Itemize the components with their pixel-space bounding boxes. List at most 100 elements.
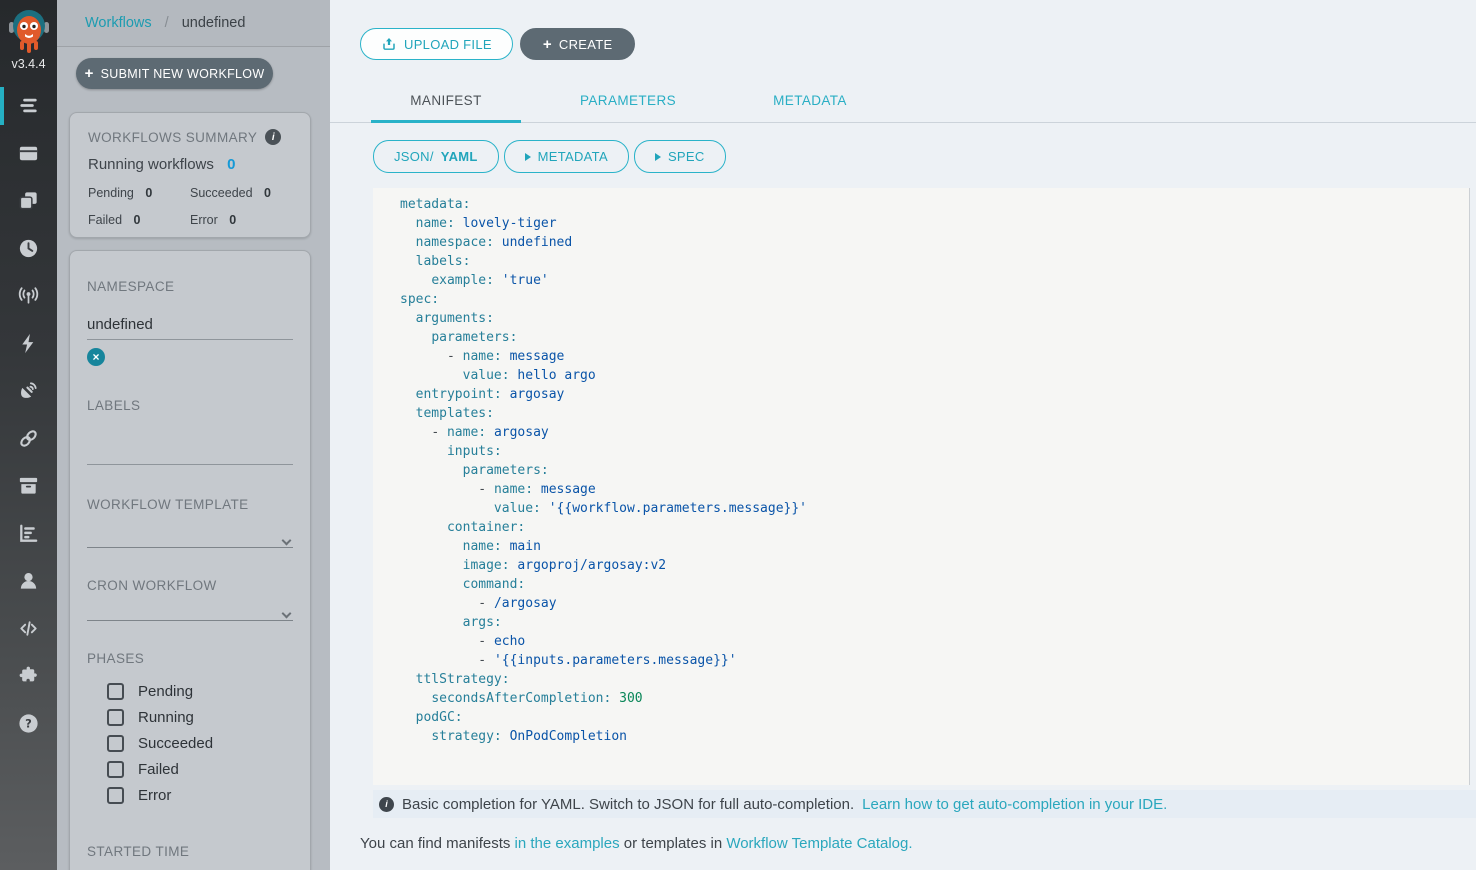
close-icon <box>92 348 99 366</box>
nav-cron-workflows[interactable] <box>0 225 57 273</box>
namespace-heading: NAMESPACE <box>87 279 293 294</box>
code-icon <box>17 617 40 640</box>
nav-plugins[interactable] <box>0 652 57 700</box>
running-workflows-label: Running workflows <box>88 156 214 173</box>
stat-failed: Failed 0 <box>88 211 190 229</box>
examples-link[interactable]: in the examples <box>515 835 620 852</box>
puzzle-icon <box>17 664 40 687</box>
json-yaml-toggle[interactable]: JSON/YAML <box>373 140 499 173</box>
main-content: UPLOAD FILE + CREATE MANIFEST PARAMETERS… <box>330 0 1476 870</box>
submit-new-workflow-label: SUBMIT NEW WORKFLOW <box>101 67 265 81</box>
window-icon <box>17 142 40 165</box>
version-label: v3.4.4 <box>0 57 57 71</box>
user-icon <box>17 569 40 592</box>
clock-icon <box>17 237 40 260</box>
submit-new-workflow-button[interactable]: + SUBMIT NEW WORKFLOW <box>76 58 273 89</box>
archive-icon <box>17 474 40 497</box>
phase-checkbox[interactable] <box>107 761 124 778</box>
nav-api-docs[interactable] <box>0 605 57 653</box>
editor-toolbar: JSON/YAML METADATA SPEC <box>373 140 726 173</box>
nav-user[interactable] <box>0 557 57 605</box>
upload-icon <box>381 36 397 52</box>
cron-workflow-heading: CRON WORKFLOW <box>87 578 293 593</box>
upload-file-button[interactable]: UPLOAD FILE <box>360 28 513 60</box>
stat-pending: Pending 0 <box>88 184 190 202</box>
nav-archived-workflows[interactable] <box>0 462 57 510</box>
phase-row-error: Error <box>87 782 293 808</box>
summary-stats: Pending 0 Succeeded 0 Failed 0 Error 0 <box>88 184 292 229</box>
question-icon: ? <box>17 712 40 735</box>
stat-error: Error 0 <box>190 211 292 229</box>
nav-workflows[interactable] <box>0 82 57 130</box>
spec-collapse-button[interactable]: SPEC <box>634 140 726 173</box>
clone-icon <box>17 189 40 212</box>
nav-sensors[interactable] <box>0 367 57 415</box>
template-catalog-link[interactable]: Workflow Template Catalog. <box>726 835 912 852</box>
phases-heading: PHASES <box>87 651 293 666</box>
ide-autocompletion-link[interactable]: Learn how to get auto-completion in your… <box>862 796 1167 813</box>
tab-metadata[interactable]: METADATA <box>735 84 885 123</box>
tab-manifest[interactable]: MANIFEST <box>371 84 521 123</box>
broadcast-icon <box>17 284 40 307</box>
nav-event-sources[interactable] <box>0 320 57 368</box>
argo-workflows-app: v3.4.4 ? Workflows / undefined + SUBMIT … <box>0 0 1476 870</box>
phase-checkbox[interactable] <box>107 709 124 726</box>
manifest-editor[interactable]: metadata: name: lovely-tiger namespace: … <box>373 188 1470 785</box>
plus-icon: + <box>85 65 94 82</box>
info-icon[interactable] <box>265 129 281 145</box>
footer-note: You can find manifests in the examples o… <box>360 835 913 852</box>
phase-list: Pending Running Succeeded Failed Error <box>87 678 293 808</box>
workflows-sidebar: Workflows / undefined + SUBMIT NEW WORKF… <box>57 0 330 870</box>
link-icon <box>17 427 40 450</box>
workflows-summary-card: WORKFLOWS SUMMARY Running workflows 0 Pe… <box>69 112 311 238</box>
plus-icon: + <box>543 36 552 53</box>
hint-text: Basic completion for YAML. Switch to JSO… <box>402 796 854 813</box>
yaml-hint-bar: Basic completion for YAML. Switch to JSO… <box>373 790 1476 818</box>
phase-checkbox[interactable] <box>107 683 124 700</box>
breadcrumb-workflows-link[interactable]: Workflows <box>85 15 152 31</box>
breadcrumb-current: undefined <box>182 15 246 31</box>
started-time-heading: STARTED TIME <box>87 844 293 859</box>
phase-row-running: Running <box>87 704 293 730</box>
svg-text:?: ? <box>25 716 32 730</box>
create-button[interactable]: + CREATE <box>520 28 636 60</box>
info-icon <box>379 797 394 812</box>
summary-title: WORKFLOWS SUMMARY <box>88 130 257 145</box>
labels-input[interactable] <box>87 421 293 465</box>
phase-checkbox[interactable] <box>107 787 124 804</box>
nav-workflow-templates[interactable] <box>0 130 57 178</box>
nav-help[interactable]: ? <box>0 700 57 748</box>
argo-logo-icon[interactable] <box>7 7 51 55</box>
tab-bar: MANIFEST PARAMETERS METADATA <box>330 84 1476 123</box>
workflow-template-select[interactable] <box>87 534 293 548</box>
breadcrumb-separator: / <box>165 15 169 31</box>
nav-event-bindings[interactable] <box>0 415 57 463</box>
phase-row-pending: Pending <box>87 678 293 704</box>
labels-heading: LABELS <box>87 398 293 413</box>
toolbar: UPLOAD FILE + CREATE <box>360 28 635 60</box>
chart-icon <box>17 522 40 545</box>
stat-succeeded: Succeeded 0 <box>190 184 292 202</box>
running-workflows-count: 0 <box>227 156 235 173</box>
caret-right-icon <box>655 153 661 161</box>
filters-card: NAMESPACE undefined LABELS WORKFLOW TEMP… <box>69 250 311 870</box>
namespace-clear-chip[interactable] <box>87 348 105 366</box>
workflow-template-heading: WORKFLOW TEMPLATE <box>87 497 293 512</box>
nav-cluster-workflow-templates[interactable] <box>0 177 57 225</box>
metadata-collapse-button[interactable]: METADATA <box>504 140 629 173</box>
yaml-code: metadata: name: lovely-tiger namespace: … <box>400 195 1469 746</box>
phase-checkbox[interactable] <box>107 735 124 752</box>
namespace-input[interactable]: undefined <box>87 316 293 340</box>
stream-icon <box>17 94 40 117</box>
nav-reports[interactable] <box>0 510 57 558</box>
primary-nav: v3.4.4 ? <box>0 0 57 870</box>
chevron-down-icon <box>282 536 292 546</box>
chevron-down-icon <box>282 609 292 619</box>
phase-row-failed: Failed <box>87 756 293 782</box>
cron-workflow-select[interactable] <box>87 607 293 621</box>
nav-icon-list: ? <box>0 82 57 747</box>
tab-parameters[interactable]: PARAMETERS <box>553 84 703 123</box>
nav-event-flow[interactable] <box>0 272 57 320</box>
dish-icon <box>17 379 40 402</box>
bolt-icon <box>17 332 40 355</box>
